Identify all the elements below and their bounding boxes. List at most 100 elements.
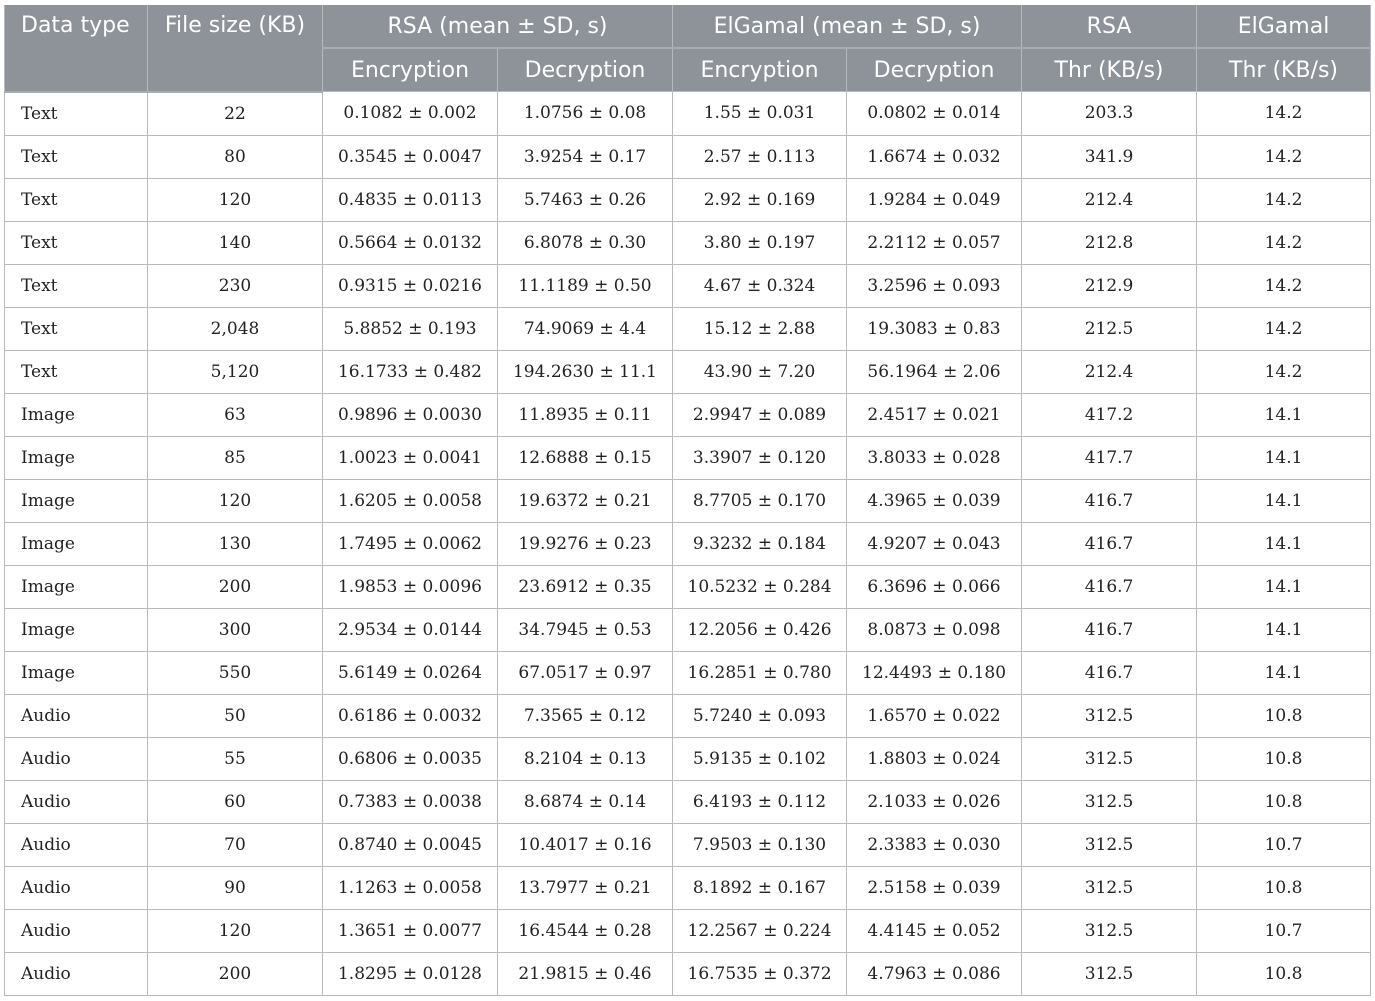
cell-elgamal-encryption: 16.7535 ± 0.372 [672, 951, 848, 996]
cell-rsa-throughput: 312.5 [1021, 822, 1198, 867]
cell-file-size: 550 [147, 650, 323, 695]
cell-rsa-throughput: 341.9 [1021, 134, 1198, 179]
table-row: Text 80 0.3545 ± 0.0047 3.9254 ± 0.17 2.57 ±… [4, 134, 1372, 179]
cell-data-type: Image [4, 392, 148, 437]
cell-elgamal-decryption: 19.3083 ± 0.83 [846, 306, 1023, 351]
cell-rsa-decryption: 7.3565 ± 0.12 [496, 693, 674, 738]
cell-file-size: 22 [147, 91, 323, 136]
header-elgamal-decryption: Decryption [846, 48, 1023, 92]
cell-rsa-throughput: 312.5 [1021, 736, 1198, 781]
cell-rsa-decryption: 6.8078 ± 0.30 [496, 220, 674, 265]
cell-elgamal-encryption: 43.90 ± 7.20 [672, 349, 848, 394]
cell-elgamal-decryption: 1.6674 ± 0.032 [846, 134, 1023, 179]
cell-data-type: Audio [4, 822, 148, 867]
cell-rsa-encryption: 16.1733 ± 0.482 [322, 349, 498, 394]
cell-elgamal-throughput: 10.7 [1196, 822, 1372, 867]
cell-rsa-decryption: 11.1189 ± 0.50 [496, 263, 674, 308]
cell-rsa-encryption: 1.6205 ± 0.0058 [322, 478, 498, 523]
cell-data-type: Text [4, 134, 148, 179]
cell-rsa-throughput: 212.5 [1021, 306, 1198, 351]
cell-rsa-decryption: 19.9276 ± 0.23 [496, 521, 674, 566]
header-rsa-decryption: Decryption [496, 48, 674, 92]
cell-data-type: Text [4, 177, 148, 222]
cell-elgamal-decryption: 3.8033 ± 0.028 [846, 435, 1023, 480]
cell-rsa-throughput: 417.2 [1021, 392, 1198, 437]
table-row: Audio 50 0.6186 ± 0.0032 7.3565 ± 0.12 5.724… [4, 693, 1372, 738]
cell-rsa-decryption: 16.4544 ± 0.28 [496, 908, 674, 953]
cell-elgamal-decryption: 2.4517 ± 0.021 [846, 392, 1023, 437]
cell-elgamal-decryption: 3.2596 ± 0.093 [846, 263, 1023, 308]
table-header: Data type File size (KB) RSA (mean ± SD,… [4, 5, 1372, 93]
cell-data-type: Text [4, 91, 148, 136]
cell-rsa-decryption: 10.4017 ± 0.16 [496, 822, 674, 867]
cell-rsa-encryption: 0.6806 ± 0.0035 [322, 736, 498, 781]
cell-data-type: Image [4, 521, 148, 566]
cell-elgamal-throughput: 14.1 [1196, 650, 1372, 695]
cell-rsa-decryption: 5.7463 ± 0.26 [496, 177, 674, 222]
cell-rsa-throughput: 212.8 [1021, 220, 1198, 265]
cell-elgamal-encryption: 5.7240 ± 0.093 [672, 693, 848, 738]
cell-elgamal-throughput: 14.2 [1196, 220, 1372, 265]
cell-file-size: 120 [147, 908, 323, 953]
cell-rsa-encryption: 0.1082 ± 0.002 [322, 91, 498, 136]
cell-data-type: Text [4, 306, 148, 351]
cell-rsa-encryption: 1.1263 ± 0.0058 [322, 865, 498, 910]
cell-data-type: Image [4, 650, 148, 695]
cell-data-type: Audio [4, 693, 148, 738]
table-row: Image 300 2.9534 ± 0.0144 34.7945 ± 0.53 12.… [4, 607, 1372, 652]
cell-elgamal-decryption: 4.4145 ± 0.052 [846, 908, 1023, 953]
header-elgamal-group: ElGamal (mean ± SD, s) [672, 5, 1023, 49]
cell-file-size: 200 [147, 951, 323, 996]
cell-rsa-decryption: 21.9815 ± 0.46 [496, 951, 674, 996]
cell-elgamal-decryption: 12.4493 ± 0.180 [846, 650, 1023, 695]
cell-elgamal-throughput: 10.8 [1196, 736, 1372, 781]
cell-elgamal-encryption: 16.2851 ± 0.780 [672, 650, 848, 695]
cell-rsa-throughput: 312.5 [1021, 908, 1198, 953]
header-rsa-group: RSA (mean ± SD, s) [321, 5, 674, 49]
cell-rsa-throughput: 416.7 [1021, 564, 1198, 609]
cell-elgamal-throughput: 14.1 [1196, 564, 1372, 609]
cell-elgamal-decryption: 4.3965 ± 0.039 [846, 478, 1023, 523]
cell-rsa-decryption: 19.6372 ± 0.21 [496, 478, 674, 523]
cell-rsa-encryption: 1.3651 ± 0.0077 [322, 908, 498, 953]
cell-elgamal-throughput: 14.1 [1196, 392, 1372, 437]
cell-file-size: 55 [147, 736, 323, 781]
cell-rsa-decryption: 1.0756 ± 0.08 [496, 91, 674, 136]
cell-elgamal-throughput: 14.2 [1196, 263, 1372, 308]
cell-rsa-encryption: 5.8852 ± 0.193 [322, 306, 498, 351]
header-elgamal-encryption: Encryption [672, 48, 848, 92]
cell-file-size: 120 [147, 478, 323, 523]
cell-elgamal-decryption: 2.3383 ± 0.030 [846, 822, 1023, 867]
cell-elgamal-decryption: 2.1033 ± 0.026 [846, 779, 1023, 824]
cell-elgamal-encryption: 9.3232 ± 0.184 [672, 521, 848, 566]
cell-rsa-throughput: 312.5 [1021, 693, 1198, 738]
cell-data-type: Image [4, 564, 148, 609]
cell-rsa-throughput: 212.4 [1021, 177, 1198, 222]
cell-elgamal-decryption: 56.1964 ± 2.06 [846, 349, 1023, 394]
cell-elgamal-encryption: 10.5232 ± 0.284 [672, 564, 848, 609]
cell-elgamal-encryption: 8.1892 ± 0.167 [672, 865, 848, 910]
cell-elgamal-encryption: 3.80 ± 0.197 [672, 220, 848, 265]
header-rsa-thr-line2: Thr (KB/s) [1021, 48, 1198, 92]
cell-elgamal-throughput: 10.8 [1196, 951, 1372, 996]
cell-elgamal-decryption: 6.3696 ± 0.066 [846, 564, 1023, 609]
performance-table: Data type File size (KB) RSA (mean ± SD,… [4, 5, 1372, 996]
cell-data-type: Audio [4, 908, 148, 953]
cell-rsa-encryption: 0.9896 ± 0.0030 [322, 392, 498, 437]
cell-rsa-throughput: 212.9 [1021, 263, 1198, 308]
cell-rsa-encryption: 0.8740 ± 0.0045 [322, 822, 498, 867]
cell-rsa-decryption: 23.6912 ± 0.35 [496, 564, 674, 609]
cell-rsa-encryption: 0.4835 ± 0.0113 [322, 177, 498, 222]
cell-data-type: Text [4, 349, 148, 394]
cell-rsa-encryption: 0.3545 ± 0.0047 [322, 134, 498, 179]
cell-rsa-encryption: 0.9315 ± 0.0216 [322, 263, 498, 308]
header-rsa-thr-line1: RSA [1021, 5, 1198, 49]
cell-elgamal-throughput: 10.8 [1196, 865, 1372, 910]
cell-rsa-decryption: 8.6874 ± 0.14 [496, 779, 674, 824]
cell-rsa-encryption: 1.0023 ± 0.0041 [322, 435, 498, 480]
cell-rsa-decryption: 34.7945 ± 0.53 [496, 607, 674, 652]
cell-elgamal-decryption: 1.6570 ± 0.022 [846, 693, 1023, 738]
header-elgamal-thr-line2: Thr (KB/s) [1196, 48, 1372, 92]
cell-rsa-decryption: 8.2104 ± 0.13 [496, 736, 674, 781]
cell-data-type: Text [4, 263, 148, 308]
